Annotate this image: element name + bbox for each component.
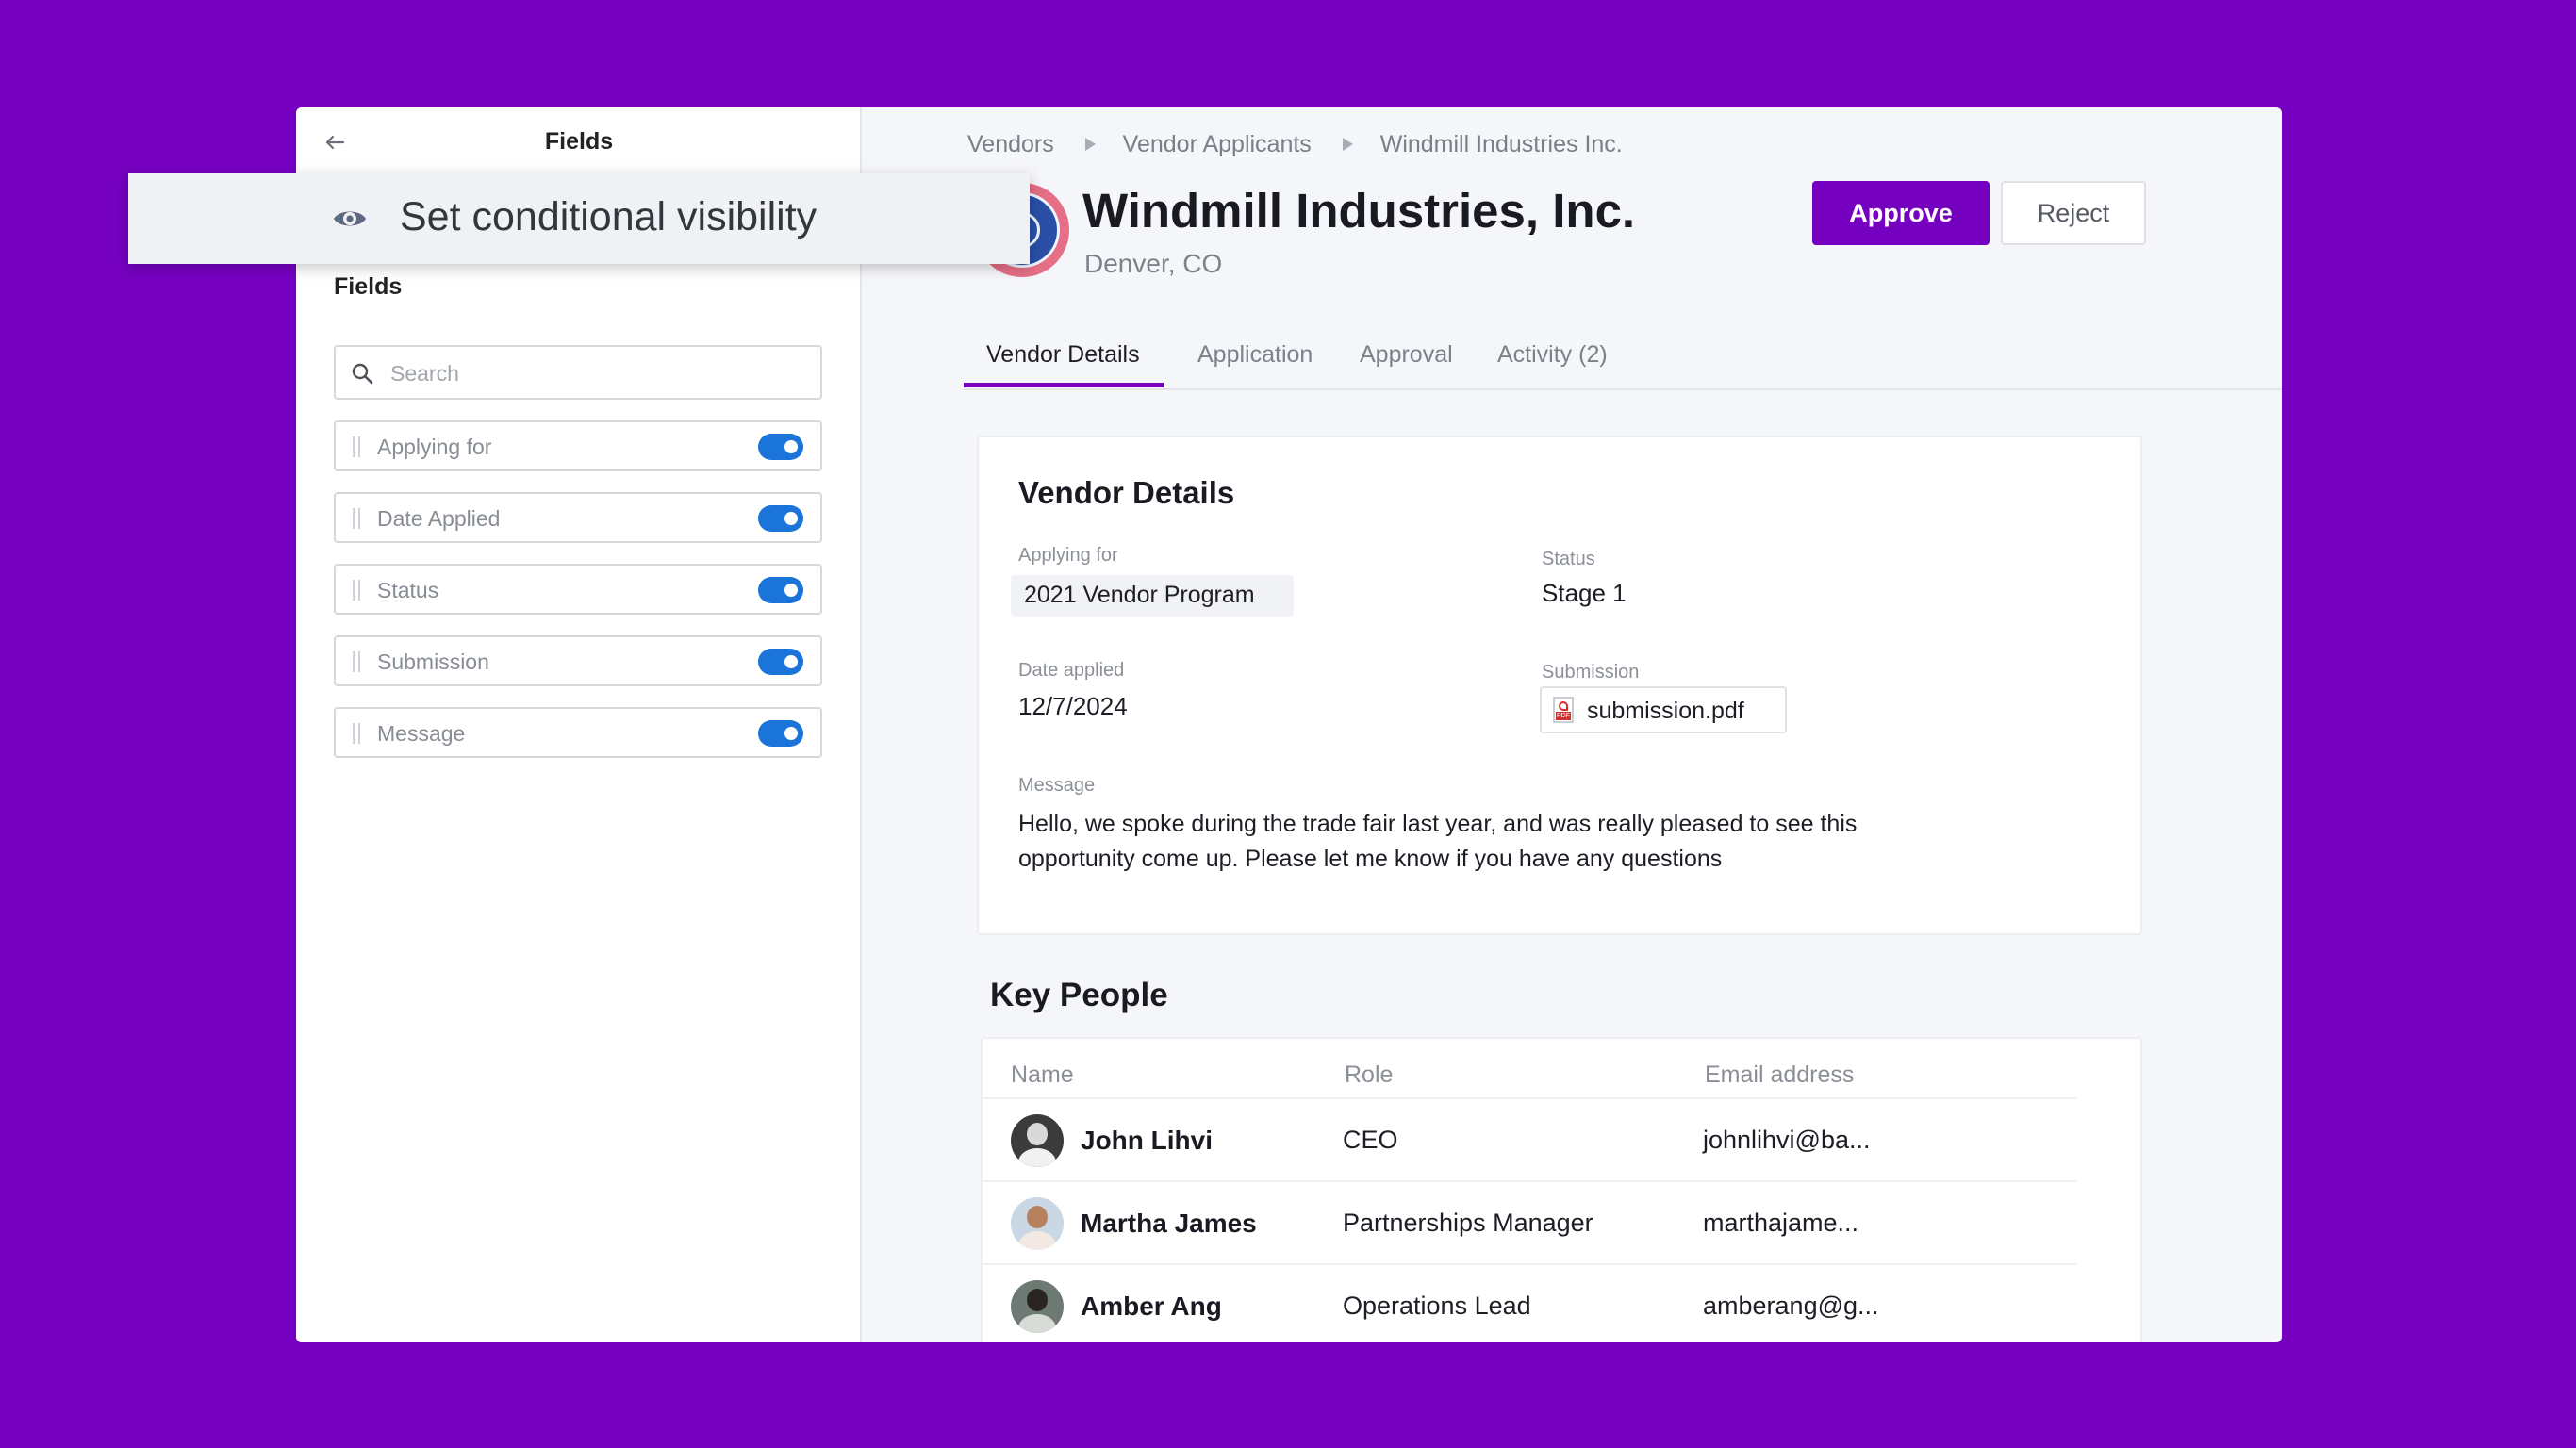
card-title: Vendor Details — [1018, 475, 1235, 510]
company-location: Denver, CO — [1084, 249, 1223, 278]
field-label: Status — [377, 578, 439, 602]
panel-title: Fields — [544, 128, 614, 155]
submission-label: Submission — [1542, 662, 1640, 683]
drag-handle-icon[interactable] — [353, 580, 360, 601]
toggle-knob — [784, 584, 798, 597]
drag-handle-icon[interactable] — [353, 508, 360, 529]
field-row-message[interactable]: Message — [334, 707, 822, 758]
field-label: Applying for — [377, 435, 492, 459]
tab-bar: Vendor Details Application Approval Acti… — [964, 330, 2282, 390]
fields-panel: Fields Fields Applying for Date Applied … — [296, 107, 862, 1342]
page-title: Windmill Industries, Inc. — [1082, 184, 1636, 238]
field-row-applying-for[interactable]: Applying for — [334, 420, 822, 471]
breadcrumb-separator-icon — [1342, 138, 1353, 152]
applying-for-value: 2021 Vendor Program — [1024, 582, 1255, 608]
breadcrumb-current: Windmill Industries Inc. — [1379, 130, 1623, 157]
search-icon — [352, 363, 373, 385]
visibility-toggle[interactable] — [758, 577, 803, 603]
key-people-table: Name Role Email address John Lihvi CEO j… — [981, 1037, 2142, 1342]
avatar — [1011, 1280, 1064, 1333]
fields-section-label: Fields — [334, 273, 403, 300]
field-label: Submission — [377, 650, 489, 674]
key-people-title: Key People — [990, 977, 1168, 1013]
person-name: Martha James — [1081, 1209, 1257, 1238]
toggle-knob — [784, 655, 798, 668]
tab-vendor-details[interactable]: Vendor Details — [986, 341, 1140, 369]
status-label: Status — [1542, 549, 1595, 569]
field-row-date-applied[interactable]: Date Applied — [334, 492, 822, 543]
eye-icon — [334, 211, 366, 226]
conditional-visibility-label: Set conditional visibility — [400, 194, 817, 239]
submission-filename[interactable]: submission.pdf — [1587, 698, 1744, 725]
table-row[interactable]: Martha James Partnerships Manager martha… — [983, 1180, 2076, 1265]
column-header-name: Name — [1011, 1061, 1074, 1088]
drag-handle-icon[interactable] — [353, 723, 360, 744]
field-search[interactable] — [334, 345, 822, 400]
toggle-knob — [784, 440, 798, 453]
column-header-email: Email address — [1705, 1061, 1855, 1088]
submission-file[interactable]: submission.pdf — [1540, 686, 1787, 733]
conditional-visibility-menu-item[interactable]: Set conditional visibility — [128, 173, 1030, 264]
pdf-file-icon — [1553, 697, 1574, 723]
visibility-toggle[interactable] — [758, 649, 803, 675]
field-label: Date Applied — [377, 506, 501, 531]
tab-application[interactable]: Application — [1197, 341, 1313, 369]
visibility-toggle[interactable] — [758, 720, 803, 747]
active-tab-indicator — [964, 383, 1164, 387]
avatar — [1011, 1114, 1064, 1167]
person-role: Operations Lead — [1343, 1292, 1531, 1320]
status-value: Stage 1 — [1542, 579, 1627, 607]
visibility-toggle[interactable] — [758, 505, 803, 532]
table-row[interactable]: John Lihvi CEO johnlihvi@ba... — [983, 1097, 2076, 1182]
breadcrumb-separator-icon — [1084, 138, 1096, 152]
person-role: Partnerships Manager — [1343, 1209, 1593, 1237]
message-label: Message — [1018, 775, 1096, 796]
app-window: Fields Fields Applying for Date Applied … — [296, 107, 2282, 1342]
toggle-knob — [784, 727, 798, 740]
approve-button[interactable]: Approve — [1812, 181, 1990, 245]
message-value: Hello, we spoke during the trade fair la… — [1018, 811, 1858, 872]
field-label: Message — [377, 721, 466, 746]
reject-button[interactable]: Reject — [2001, 181, 2146, 245]
visibility-toggle[interactable] — [758, 434, 803, 460]
avatar — [1011, 1197, 1064, 1250]
toggle-knob — [784, 512, 798, 525]
breadcrumb: Vendors Vendor Applicants Windmill Indus… — [967, 130, 1623, 158]
date-applied-label: Date applied — [1018, 660, 1125, 681]
person-name: John Lihvi — [1081, 1126, 1213, 1155]
person-email: marthajame... — [1703, 1209, 1859, 1237]
person-name: Amber Ang — [1081, 1292, 1222, 1321]
person-role: CEO — [1343, 1126, 1398, 1154]
tab-activity[interactable]: Activity (2) — [1497, 341, 1608, 369]
column-header-role: Role — [1345, 1061, 1394, 1088]
person-email: amberang@g... — [1703, 1292, 1879, 1320]
applying-for-chip: 2021 Vendor Program — [1011, 575, 1294, 617]
vendor-details-card: Vendor Details Applying for 2021 Vendor … — [977, 436, 2142, 935]
applying-for-label: Applying for — [1018, 545, 1118, 566]
field-row-status[interactable]: Status — [334, 564, 822, 615]
table-row[interactable]: Amber Ang Operations Lead amberang@g... — [983, 1263, 2076, 1342]
drag-handle-icon[interactable] — [353, 436, 360, 457]
tab-approval[interactable]: Approval — [1360, 341, 1453, 369]
person-email: johnlihvi@ba... — [1703, 1126, 1871, 1154]
date-applied-value: 12/7/2024 — [1018, 692, 1128, 720]
search-input[interactable] — [388, 354, 807, 392]
breadcrumb-vendor-applicants[interactable]: Vendor Applicants — [1123, 131, 1312, 158]
field-row-submission[interactable]: Submission — [334, 635, 822, 686]
drag-handle-icon[interactable] — [353, 651, 360, 672]
breadcrumb-vendors[interactable]: Vendors — [967, 131, 1054, 158]
